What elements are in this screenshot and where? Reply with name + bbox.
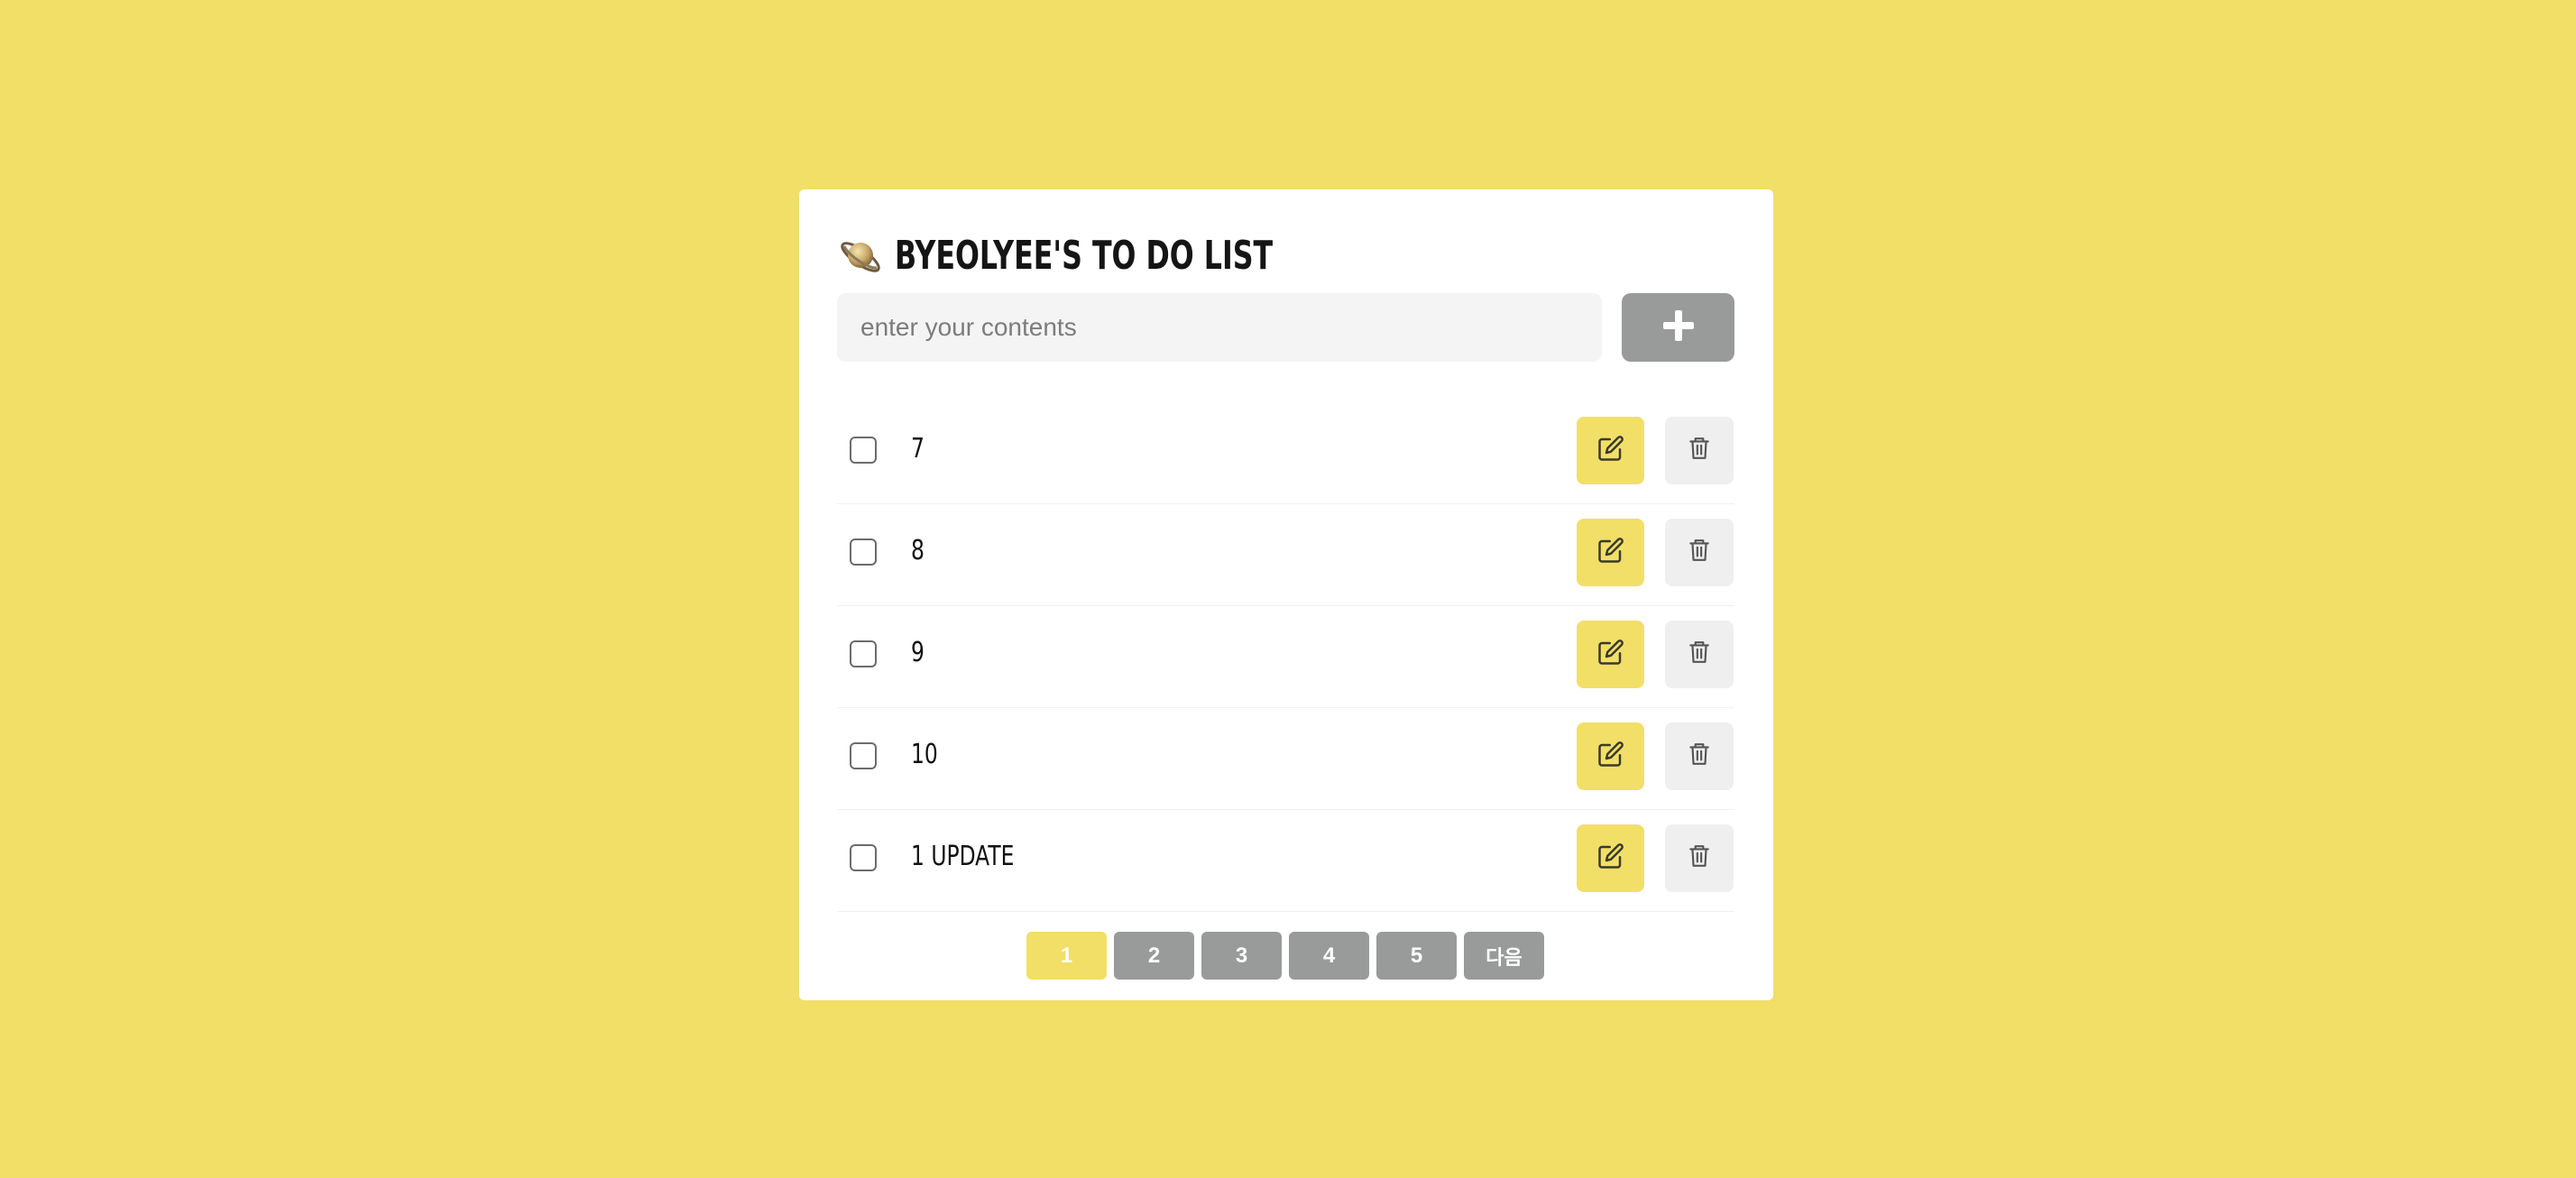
edit-button[interactable]	[1577, 519, 1644, 586]
edit-button[interactable]	[1577, 417, 1644, 484]
todo-row: 10	[837, 708, 1734, 810]
todo-input[interactable]	[837, 293, 1602, 362]
plus-icon	[1661, 308, 1697, 348]
todo-text: 9	[911, 637, 925, 668]
delete-button[interactable]	[1665, 722, 1734, 790]
next-page-button[interactable]: 다음	[1464, 932, 1544, 980]
pencil-square-icon	[1597, 639, 1624, 670]
todo-checkbox[interactable]	[850, 437, 877, 464]
todo-row: 7	[837, 402, 1734, 504]
pencil-square-icon	[1597, 537, 1624, 568]
todo-text: 8	[911, 535, 925, 566]
delete-button[interactable]	[1665, 621, 1734, 688]
trash-icon	[1688, 436, 1711, 465]
todo-row: 1 UPDATE	[837, 810, 1734, 912]
pencil-square-icon	[1597, 842, 1624, 874]
edit-button[interactable]	[1577, 722, 1644, 790]
delete-button[interactable]	[1665, 824, 1734, 892]
todo-text: 10	[911, 739, 938, 770]
trash-icon	[1688, 538, 1711, 567]
todo-row: 8	[837, 504, 1734, 606]
trash-icon	[1688, 741, 1711, 771]
todo-row: 9	[837, 606, 1734, 708]
trash-icon	[1688, 640, 1711, 669]
todo-text: 7	[911, 433, 925, 465]
page-button-3[interactable]: 3	[1201, 932, 1282, 980]
page-button-2[interactable]: 2	[1114, 932, 1194, 980]
page-button-4[interactable]: 4	[1289, 932, 1369, 980]
todo-checkbox[interactable]	[850, 640, 877, 667]
pagination: 1 2 3 4 5 다음	[1026, 932, 1544, 980]
todo-checkbox[interactable]	[850, 538, 877, 566]
pencil-square-icon	[1597, 741, 1624, 772]
todo-checkbox[interactable]	[850, 742, 877, 769]
todo-checkbox[interactable]	[850, 844, 877, 871]
add-button[interactable]	[1622, 293, 1734, 362]
trash-icon	[1688, 843, 1711, 873]
todo-input-wrapper	[837, 293, 1602, 362]
page-title: BYEOLYEE'S TO DO LIST	[895, 232, 1274, 279]
delete-button[interactable]	[1665, 519, 1734, 586]
todo-text: 1 UPDATE	[911, 841, 1015, 872]
title-row: BYEOLYEE'S TO DO LIST	[837, 224, 1420, 287]
ringed-planet-icon	[837, 232, 884, 279]
page-button-1[interactable]: 1	[1026, 932, 1107, 980]
edit-button[interactable]	[1577, 621, 1644, 688]
pencil-square-icon	[1597, 435, 1624, 466]
delete-button[interactable]	[1665, 417, 1734, 484]
page-button-5[interactable]: 5	[1376, 932, 1457, 980]
todo-card: BYEOLYEE'S TO DO LIST 7 8 9 10 1 UPDATE 1234…	[799, 189, 1773, 1000]
edit-button[interactable]	[1577, 824, 1644, 892]
todo-list: 7 8 9 10 1 UPDATE	[837, 402, 1734, 912]
